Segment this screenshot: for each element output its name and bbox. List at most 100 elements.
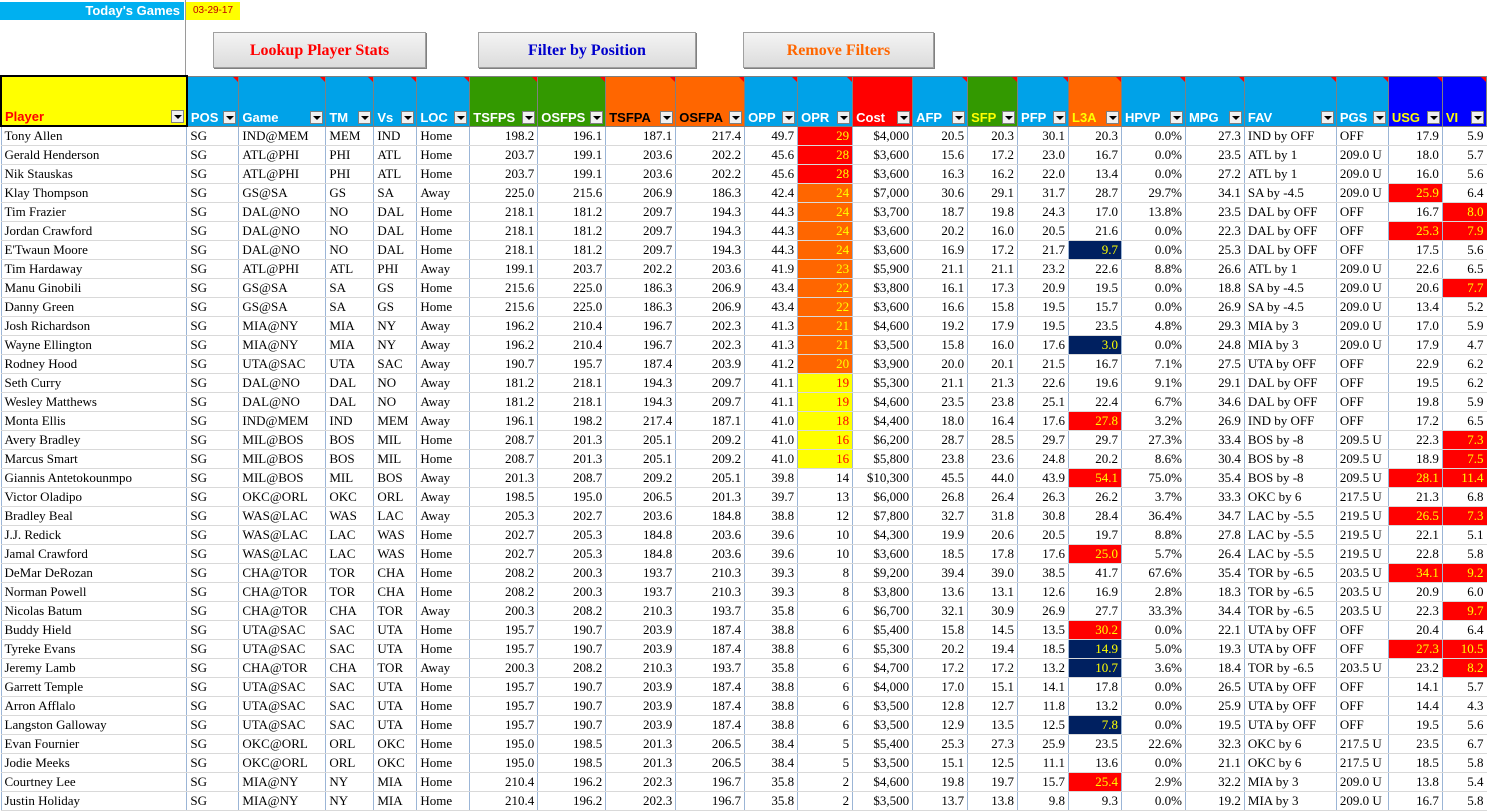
cell-opp[interactable]: 41.0 xyxy=(744,430,798,450)
cell-vi[interactable]: 7.7 xyxy=(1441,278,1487,298)
cell-osfpa[interactable]: 202.3 xyxy=(675,335,745,355)
cell-cost[interactable]: $5,400 xyxy=(852,620,913,640)
cell-hpvp[interactable]: 0.0% xyxy=(1120,791,1186,811)
cell-usg[interactable]: 17.5 xyxy=(1387,240,1443,260)
cell-opr[interactable]: 22 xyxy=(797,278,853,298)
cell-opp[interactable]: 41.9 xyxy=(744,259,798,279)
cell-l3a[interactable]: 9.7 xyxy=(1068,240,1122,260)
cell-cost[interactable]: $4,000 xyxy=(852,677,913,697)
table-row[interactable]: Manu Ginobili SG GS@SA SA GS Home 215.6 225.0 18… xyxy=(0,278,1487,298)
cell-mpg[interactable]: 26.4 xyxy=(1184,544,1245,564)
cell-osfps[interactable]: 205.3 xyxy=(537,525,606,545)
cell-pfp[interactable]: 18.5 xyxy=(1017,639,1069,659)
cell-afp[interactable]: 12.8 xyxy=(912,696,968,716)
cell-osfpa[interactable]: 187.4 xyxy=(675,620,745,640)
cell-tsfps[interactable]: 195.7 xyxy=(469,620,538,640)
table-row[interactable]: Wayne Ellington SG MIA@NY MIA NY Away 196.2 210… xyxy=(0,335,1487,355)
cell-tsfpa[interactable]: 205.1 xyxy=(605,430,676,450)
cell-tsfps[interactable]: 202.7 xyxy=(469,544,538,564)
table-row[interactable]: Arron Afflalo SG UTA@SAC SAC UTA Home 195.7 190… xyxy=(0,696,1487,716)
cell-tsfps[interactable]: 196.2 xyxy=(469,316,538,336)
cell-afp[interactable]: 28.7 xyxy=(912,430,968,450)
cell-sfp[interactable]: 16.0 xyxy=(967,335,1018,355)
cell-osfpa[interactable]: 203.9 xyxy=(675,354,745,374)
cell-fav[interactable]: BOS by -8 xyxy=(1243,449,1337,469)
cell-player[interactable]: Wesley Matthews xyxy=(0,392,187,412)
cell-tsfps[interactable]: 198.5 xyxy=(469,487,538,507)
cell-tsfps[interactable]: 196.2 xyxy=(469,335,538,355)
cell-pos[interactable]: SG xyxy=(186,297,239,317)
cell-opr[interactable]: 13 xyxy=(797,487,853,507)
cell-game[interactable]: WAS@LAC xyxy=(238,525,326,545)
cell-sfp[interactable]: 20.6 xyxy=(967,525,1018,545)
table-row[interactable]: Langston Galloway SG UTA@SAC SAC UTA Home 195.… xyxy=(0,715,1487,735)
cell-usg[interactable]: 27.3 xyxy=(1387,639,1443,659)
cell-opr[interactable]: 29 xyxy=(797,126,853,146)
cell-loc[interactable]: Home xyxy=(416,544,470,564)
cell-hpvp[interactable]: 0.0% xyxy=(1120,620,1186,640)
cell-pgs[interactable]: 209.5 U xyxy=(1335,468,1389,488)
cell-vs[interactable]: DAL xyxy=(373,202,417,222)
cell-vi[interactable]: 5.7 xyxy=(1441,145,1487,165)
cell-player[interactable]: Giannis Antetokounmpo xyxy=(0,468,187,488)
cell-tsfps[interactable]: 196.1 xyxy=(469,411,538,431)
cell-cost[interactable]: $3,500 xyxy=(852,335,913,355)
cell-opr[interactable]: 16 xyxy=(797,449,853,469)
cell-pos[interactable]: SG xyxy=(186,164,239,184)
cell-game[interactable]: CHA@TOR xyxy=(238,563,326,583)
cell-osfpa[interactable]: 209.7 xyxy=(675,392,745,412)
cell-player[interactable]: Rodney Hood xyxy=(0,354,187,374)
cell-pfp[interactable]: 23.0 xyxy=(1017,145,1069,165)
cell-afp[interactable]: 18.7 xyxy=(912,202,968,222)
cell-opp[interactable]: 41.1 xyxy=(744,373,798,393)
cell-vs[interactable]: IND xyxy=(373,126,417,146)
cell-hpvp[interactable]: 5.7% xyxy=(1120,544,1186,564)
cell-cost[interactable]: $3,500 xyxy=(852,715,913,735)
cell-opr[interactable]: 6 xyxy=(797,696,853,716)
cell-player[interactable]: Garrett Temple xyxy=(0,677,187,697)
cell-mpg[interactable]: 27.5 xyxy=(1184,354,1245,374)
cell-cost[interactable]: $3,800 xyxy=(852,278,913,298)
cell-tm[interactable]: MIA xyxy=(325,335,374,355)
cell-opp[interactable]: 41.1 xyxy=(744,392,798,412)
cell-pgs[interactable]: 209.0 U xyxy=(1335,183,1389,203)
table-row[interactable]: DeMar DeRozan SG CHA@TOR TOR CHA Home 208.2 200… xyxy=(0,563,1487,583)
cell-vs[interactable]: BOS xyxy=(373,468,417,488)
cell-vi[interactable]: 6.4 xyxy=(1441,620,1487,640)
cell-fav[interactable]: SA by -4.5 xyxy=(1243,297,1337,317)
cell-tsfps[interactable]: 205.3 xyxy=(469,506,538,526)
cell-pgs[interactable]: 209.0 U xyxy=(1335,297,1389,317)
cell-sfp[interactable]: 17.8 xyxy=(967,544,1018,564)
cell-tm[interactable]: TOR xyxy=(325,563,374,583)
cell-sfp[interactable]: 17.3 xyxy=(967,278,1018,298)
cell-vi[interactable]: 10.5 xyxy=(1441,639,1487,659)
cell-mpg[interactable]: 33.4 xyxy=(1184,430,1245,450)
cell-opr[interactable]: 23 xyxy=(797,259,853,279)
cell-game[interactable]: IND@MEM xyxy=(238,411,326,431)
cell-tsfpa[interactable]: 205.1 xyxy=(605,449,676,469)
cell-vi[interactable]: 5.7 xyxy=(1441,677,1487,697)
cell-opr[interactable]: 19 xyxy=(797,392,853,412)
cell-hpvp[interactable]: 22.6% xyxy=(1120,734,1186,754)
cell-vi[interactable]: 6.8 xyxy=(1441,487,1487,507)
cell-osfpa[interactable]: 187.1 xyxy=(675,411,745,431)
cell-pgs[interactable]: 209.0 U xyxy=(1335,278,1389,298)
cell-loc[interactable]: Home xyxy=(416,525,470,545)
cell-opp[interactable]: 42.4 xyxy=(744,183,798,203)
cell-afp[interactable]: 17.0 xyxy=(912,677,968,697)
cell-l3a[interactable]: 13.4 xyxy=(1068,164,1122,184)
table-row[interactable]: Tyreke Evans SG UTA@SAC SAC UTA Home 195.7 190.… xyxy=(0,639,1487,659)
cell-l3a[interactable]: 19.5 xyxy=(1068,278,1122,298)
cell-pfp[interactable]: 20.5 xyxy=(1017,525,1069,545)
filter-dropdown-icon[interactable] xyxy=(1426,110,1440,124)
cell-vs[interactable]: NY xyxy=(373,335,417,355)
cell-sfp[interactable]: 27.3 xyxy=(967,734,1018,754)
cell-pfp[interactable]: 11.8 xyxy=(1017,696,1069,716)
cell-vi[interactable]: 11.4 xyxy=(1441,468,1487,488)
cell-game[interactable]: ATL@PHI xyxy=(238,164,326,184)
cell-player[interactable]: Courtney Lee xyxy=(0,772,187,792)
cell-opr[interactable]: 19 xyxy=(797,373,853,393)
cell-tm[interactable]: NO xyxy=(325,240,374,260)
cell-osfps[interactable]: 202.7 xyxy=(537,506,606,526)
cell-vi[interactable]: 5.4 xyxy=(1441,772,1487,792)
